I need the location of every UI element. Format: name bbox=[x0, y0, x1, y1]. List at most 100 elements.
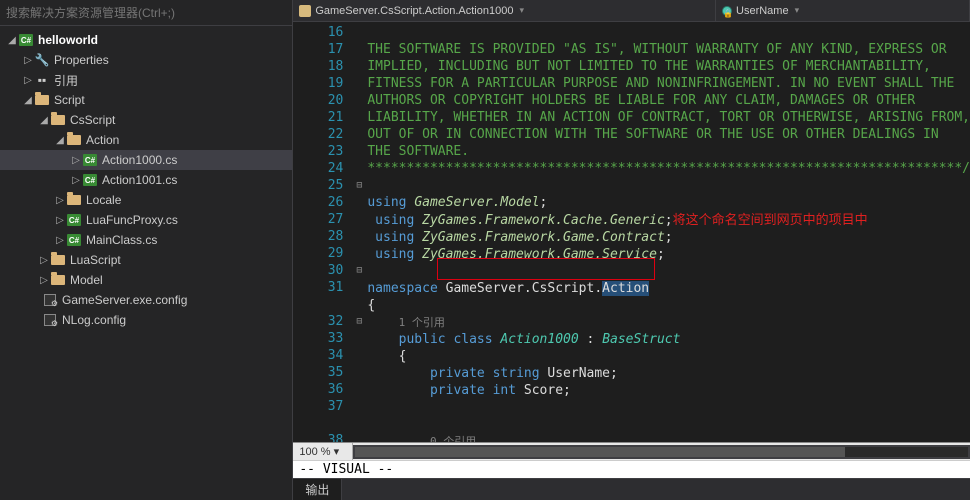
csharp-file-icon: C# bbox=[82, 172, 98, 188]
code-line: AUTHORS OR COPYRIGHT HOLDERS BE LIABLE F… bbox=[367, 93, 915, 108]
chevron-right-icon[interactable]: ▷ bbox=[70, 155, 82, 166]
code-line: 1 个引用 bbox=[367, 315, 445, 330]
code-area[interactable]: THE SOFTWARE IS PROVIDED "AS IS", WITHOU… bbox=[367, 22, 970, 442]
folder-icon bbox=[34, 92, 50, 108]
editor[interactable]: 16171819202122232425262728293031 3233343… bbox=[293, 22, 970, 442]
node-label: Action bbox=[86, 133, 119, 147]
node-label: Script bbox=[54, 93, 85, 107]
fold-column[interactable]: ⊟ ⊟ ⊟ bbox=[351, 22, 367, 442]
code-line bbox=[367, 417, 375, 432]
node-label: CsScript bbox=[70, 113, 115, 127]
node-model[interactable]: ▷ Model bbox=[0, 270, 292, 290]
class-icon bbox=[299, 5, 311, 17]
breadcrumb-class[interactable]: GameServer.CsScript.Action.Action1000▾ bbox=[293, 0, 716, 21]
chevron-right-icon[interactable]: ▷ bbox=[70, 175, 82, 186]
line-gutter: 16171819202122232425262728293031 3233343… bbox=[293, 22, 351, 442]
chevron-right-icon[interactable]: ▷ bbox=[38, 275, 50, 286]
zoom-level[interactable]: 100 % ▾ bbox=[293, 443, 353, 460]
code-line: THE SOFTWARE IS PROVIDED "AS IS", WITHOU… bbox=[367, 42, 946, 57]
chevron-down-icon[interactable]: ◢ bbox=[54, 135, 66, 146]
code-line: using GameServer.Model; bbox=[367, 195, 547, 210]
code-line: OUT OF OR IN CONNECTION WITH THE SOFTWAR… bbox=[367, 127, 938, 142]
editor-pane: GameServer.CsScript.Action.Action1000▾ U… bbox=[293, 0, 970, 500]
tab-label: 输出 bbox=[305, 483, 329, 497]
dropdown-icon: ▾ bbox=[334, 445, 340, 458]
chevron-right-icon[interactable]: ▷ bbox=[38, 255, 50, 266]
node-label: NLog.config bbox=[62, 313, 126, 327]
node-execonfig[interactable]: GameServer.exe.config bbox=[0, 290, 292, 310]
node-mainclass[interactable]: ▷C# MainClass.cs bbox=[0, 230, 292, 250]
code-line bbox=[367, 178, 375, 193]
code-line: IMPLIED, INCLUDING BUT NOT LIMITED TO TH… bbox=[367, 59, 931, 74]
code-line: FITNESS FOR A PARTICULAR PURPOSE AND NON… bbox=[367, 76, 954, 91]
chevron-right-icon[interactable]: ▷ bbox=[22, 55, 34, 66]
code-line: namespace GameServer.CsScript.Action bbox=[367, 281, 649, 296]
vim-mode-label: -- VISUAL -- bbox=[299, 462, 393, 477]
search-input[interactable] bbox=[6, 6, 286, 20]
csharp-file-icon: C# bbox=[66, 212, 82, 228]
folder-icon bbox=[50, 252, 66, 268]
node-label: LuaFuncProxy.cs bbox=[86, 213, 178, 227]
node-properties[interactable]: ▷🔧Properties bbox=[0, 50, 292, 70]
code-line: ****************************************… bbox=[367, 161, 970, 176]
node-label: Model bbox=[70, 273, 103, 287]
chevron-right-icon[interactable]: ▷ bbox=[22, 75, 34, 86]
config-file-icon bbox=[42, 292, 58, 308]
folder-icon bbox=[66, 132, 82, 148]
folder-icon bbox=[50, 272, 66, 288]
folder-icon bbox=[50, 112, 66, 128]
code-line bbox=[367, 264, 375, 279]
code-line: public class Action1000 : BaseStruct bbox=[367, 332, 680, 347]
code-line: LIABILITY, WHETHER IN AN ACTION OF CONTR… bbox=[367, 110, 970, 125]
references-icon: ▪▪ bbox=[34, 72, 50, 88]
node-locale[interactable]: ▷ Locale bbox=[0, 190, 292, 210]
code-line: 0 个引用 bbox=[367, 434, 476, 442]
config-file-icon bbox=[42, 312, 58, 328]
node-label: helloworld bbox=[38, 33, 98, 47]
node-script[interactable]: ◢ Script bbox=[0, 90, 292, 110]
node-luascript[interactable]: ▷LuaScript bbox=[0, 250, 292, 270]
dropdown-icon: ▾ bbox=[795, 5, 800, 16]
node-label: MainClass.cs bbox=[86, 233, 157, 247]
chevron-down-icon[interactable]: ◢ bbox=[38, 115, 50, 126]
annotation-text: 将这个命名空间到网页中的项目中 bbox=[673, 212, 868, 227]
node-luafuncproxy[interactable]: ▷C# LuaFuncProxy.cs bbox=[0, 210, 292, 230]
code-line bbox=[367, 400, 375, 415]
status-bar: 100 % ▾ bbox=[293, 442, 970, 460]
chevron-down-icon[interactable]: ◢ bbox=[6, 35, 18, 46]
chevron-right-icon[interactable]: ▷ bbox=[54, 235, 66, 246]
csharp-file-icon: C# bbox=[66, 232, 82, 248]
node-root[interactable]: ◢C#helloworld bbox=[0, 30, 292, 50]
node-label: Properties bbox=[54, 53, 109, 67]
tab-output[interactable]: 输出 bbox=[293, 479, 342, 500]
horizontal-scrollbar[interactable] bbox=[353, 445, 970, 459]
chevron-right-icon[interactable]: ▷ bbox=[54, 195, 66, 206]
vim-mode-bar: -- VISUAL -- bbox=[293, 460, 970, 478]
code-line: THE SOFTWARE. bbox=[367, 144, 469, 159]
chevron-down-icon[interactable]: ◢ bbox=[22, 95, 34, 106]
code-line: private string UserName; bbox=[367, 366, 618, 381]
code-line: { bbox=[367, 349, 406, 364]
node-action[interactable]: ◢ Action bbox=[0, 130, 292, 150]
node-references[interactable]: ▷▪▪引用 bbox=[0, 70, 292, 90]
node-label: Locale bbox=[86, 193, 121, 207]
node-csscript[interactable]: ◢ CsScript bbox=[0, 110, 292, 130]
code-line: using ZyGames.Framework.Game.Contract; bbox=[367, 230, 672, 245]
code-line: private int Score; bbox=[367, 383, 571, 398]
chevron-right-icon[interactable]: ▷ bbox=[54, 215, 66, 226]
field-lock-icon bbox=[722, 6, 732, 16]
breadcrumb-member-label: UserName bbox=[736, 5, 789, 17]
breadcrumb-class-label: GameServer.CsScript.Action.Action1000 bbox=[315, 5, 513, 17]
node-action1001[interactable]: ▷C#Action1001.cs bbox=[0, 170, 292, 190]
tree[interactable]: ◢C#helloworld ▷🔧Properties ▷▪▪引用 ◢Script… bbox=[0, 26, 292, 500]
csharp-file-icon: C# bbox=[82, 152, 98, 168]
code-line: using ZyGames.Framework.Game.Service; bbox=[367, 247, 664, 262]
node-action1000[interactable]: ▷C# Action1000.cs bbox=[0, 150, 292, 170]
scrollbar-thumb[interactable] bbox=[355, 447, 845, 457]
node-nlogconfig[interactable]: NLog.config bbox=[0, 310, 292, 330]
breadcrumb-member[interactable]: UserName ▾ bbox=[716, 0, 970, 21]
node-label: GameServer.exe.config bbox=[62, 293, 187, 307]
code-line: { bbox=[367, 298, 375, 313]
node-label: Action1000.cs bbox=[102, 153, 177, 167]
solution-explorer: ◢C#helloworld ▷🔧Properties ▷▪▪引用 ◢Script… bbox=[0, 0, 293, 500]
